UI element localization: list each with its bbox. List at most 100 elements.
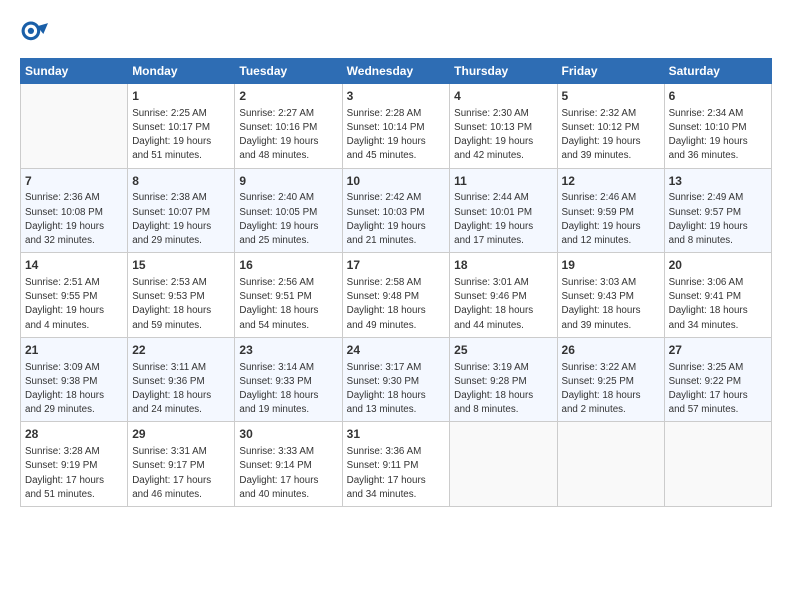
day-number: 29 (132, 426, 230, 443)
header (20, 20, 772, 48)
calendar-table: Sunday Monday Tuesday Wednesday Thursday… (20, 58, 772, 507)
logo (20, 20, 52, 48)
table-row: 22 Sunrise: 3:11 AM Sunset: 9:36 PM Dayli… (128, 337, 235, 422)
table-row: 4 Sunrise: 2:30 AM Sunset: 10:13 PM Dayli… (450, 84, 557, 169)
table-row: 24 Sunrise: 3:17 AM Sunset: 9:30 PM Dayli… (342, 337, 450, 422)
day-number: 13 (669, 173, 767, 190)
table-row: 26 Sunrise: 3:22 AM Sunset: 9:25 PM Dayli… (557, 337, 664, 422)
table-row: 1Sunrise: 2:25 AM Sunset: 10:17 PM Dayli… (128, 84, 235, 169)
day-info: Sunrise: 2:49 AM Sunset: 9:57 PM Dayligh… (669, 191, 767, 248)
day-info: Sunrise: 2:36 AM Sunset: 10:08 PM Daylig… (25, 191, 123, 248)
day-number: 14 (25, 257, 123, 274)
table-row: 31 Sunrise: 3:36 AM Sunset: 9:11 PM Dayli… (342, 422, 450, 507)
table-row: 5 Sunrise: 2:32 AM Sunset: 10:12 PM Dayli… (557, 84, 664, 169)
day-number: 20 (669, 257, 767, 274)
table-row: 18Sunrise: 3:01 AM Sunset: 9:46 PM Dayli… (450, 253, 557, 338)
calendar-week-row: 7Sunrise: 2:36 AM Sunset: 10:08 PM Dayli… (21, 168, 772, 253)
day-number: 28 (25, 426, 123, 443)
day-info: Sunrise: 3:01 AM Sunset: 9:46 PM Dayligh… (454, 276, 552, 333)
day-number: 26 (562, 342, 660, 359)
day-number: 31 (347, 426, 446, 443)
table-row (450, 422, 557, 507)
day-info: Sunrise: 2:32 AM Sunset: 10:12 PM Daylig… (562, 107, 660, 164)
table-row: 15 Sunrise: 2:53 AM Sunset: 9:53 PM Dayli… (128, 253, 235, 338)
day-number: 15 (132, 257, 230, 274)
day-number: 1 (132, 88, 230, 105)
day-info: Sunrise: 2:40 AM Sunset: 10:05 PM Daylig… (239, 191, 337, 248)
table-row: 13Sunrise: 2:49 AM Sunset: 9:57 PM Dayli… (664, 168, 771, 253)
col-monday: Monday (128, 59, 235, 84)
day-number: 17 (347, 257, 446, 274)
day-number: 24 (347, 342, 446, 359)
day-number: 27 (669, 342, 767, 359)
table-row: 23 Sunrise: 3:14 AM Sunset: 9:33 PM Dayli… (235, 337, 342, 422)
day-info: Sunrise: 2:30 AM Sunset: 10:13 PM Daylig… (454, 107, 552, 164)
col-wednesday: Wednesday (342, 59, 450, 84)
day-number: 5 (562, 88, 660, 105)
day-number: 11 (454, 173, 552, 190)
day-number: 23 (239, 342, 337, 359)
table-row: 11Sunrise: 2:44 AM Sunset: 10:01 PM Dayl… (450, 168, 557, 253)
day-number: 16 (239, 257, 337, 274)
table-row (557, 422, 664, 507)
day-info: Sunrise: 2:42 AM Sunset: 10:03 PM Daylig… (347, 191, 446, 248)
table-row: 12Sunrise: 2:46 AM Sunset: 9:59 PM Dayli… (557, 168, 664, 253)
day-info: Sunrise: 3:33 AM Sunset: 9:14 PM Dayligh… (239, 445, 337, 502)
page: Sunday Monday Tuesday Wednesday Thursday… (0, 0, 792, 612)
table-row: 10Sunrise: 2:42 AM Sunset: 10:03 PM Dayl… (342, 168, 450, 253)
col-friday: Friday (557, 59, 664, 84)
day-number: 10 (347, 173, 446, 190)
table-row: 9Sunrise: 2:40 AM Sunset: 10:05 PM Dayli… (235, 168, 342, 253)
day-info: Sunrise: 3:28 AM Sunset: 9:19 PM Dayligh… (25, 445, 123, 502)
day-number: 7 (25, 173, 123, 190)
day-info: Sunrise: 3:17 AM Sunset: 9:30 PM Dayligh… (347, 361, 446, 418)
day-number: 4 (454, 88, 552, 105)
logo-icon (20, 20, 48, 48)
table-row: 3 Sunrise: 2:28 AM Sunset: 10:14 PM Dayli… (342, 84, 450, 169)
table-row: 30 Sunrise: 3:33 AM Sunset: 9:14 PM Dayli… (235, 422, 342, 507)
day-number: 30 (239, 426, 337, 443)
calendar-week-row: 28 Sunrise: 3:28 AM Sunset: 9:19 PM Dayli… (21, 422, 772, 507)
day-info: Sunrise: 2:46 AM Sunset: 9:59 PM Dayligh… (562, 191, 660, 248)
day-number: 19 (562, 257, 660, 274)
table-row: 21 Sunrise: 3:09 AM Sunset: 9:38 PM Dayli… (21, 337, 128, 422)
table-row: 17Sunrise: 2:58 AM Sunset: 9:48 PM Dayli… (342, 253, 450, 338)
table-row: 28 Sunrise: 3:28 AM Sunset: 9:19 PM Dayli… (21, 422, 128, 507)
day-number: 9 (239, 173, 337, 190)
day-info: Sunrise: 2:28 AM Sunset: 10:14 PM Daylig… (347, 107, 446, 164)
table-row: 20 Sunrise: 3:06 AM Sunset: 9:41 PM Dayli… (664, 253, 771, 338)
day-info: Sunrise: 3:22 AM Sunset: 9:25 PM Dayligh… (562, 361, 660, 418)
day-number: 21 (25, 342, 123, 359)
day-number: 6 (669, 88, 767, 105)
day-info: Sunrise: 3:14 AM Sunset: 9:33 PM Dayligh… (239, 361, 337, 418)
table-row: 19 Sunrise: 3:03 AM Sunset: 9:43 PM Dayli… (557, 253, 664, 338)
table-row: 29Sunrise: 3:31 AM Sunset: 9:17 PM Dayli… (128, 422, 235, 507)
day-info: Sunrise: 2:38 AM Sunset: 10:07 PM Daylig… (132, 191, 230, 248)
table-row: 2Sunrise: 2:27 AM Sunset: 10:16 PM Dayli… (235, 84, 342, 169)
table-row: 7Sunrise: 2:36 AM Sunset: 10:08 PM Dayli… (21, 168, 128, 253)
col-saturday: Saturday (664, 59, 771, 84)
day-number: 8 (132, 173, 230, 190)
day-number: 12 (562, 173, 660, 190)
day-info: Sunrise: 3:09 AM Sunset: 9:38 PM Dayligh… (25, 361, 123, 418)
col-tuesday: Tuesday (235, 59, 342, 84)
calendar-week-row: 21 Sunrise: 3:09 AM Sunset: 9:38 PM Dayli… (21, 337, 772, 422)
day-info: Sunrise: 3:06 AM Sunset: 9:41 PM Dayligh… (669, 276, 767, 333)
day-info: Sunrise: 3:11 AM Sunset: 9:36 PM Dayligh… (132, 361, 230, 418)
table-row: 8Sunrise: 2:38 AM Sunset: 10:07 PM Dayli… (128, 168, 235, 253)
day-info: Sunrise: 2:53 AM Sunset: 9:53 PM Dayligh… (132, 276, 230, 333)
day-info: Sunrise: 3:36 AM Sunset: 9:11 PM Dayligh… (347, 445, 446, 502)
table-row: 27Sunrise: 3:25 AM Sunset: 9:22 PM Dayli… (664, 337, 771, 422)
calendar-header-row: Sunday Monday Tuesday Wednesday Thursday… (21, 59, 772, 84)
day-number: 2 (239, 88, 337, 105)
day-number: 3 (347, 88, 446, 105)
day-info: Sunrise: 3:03 AM Sunset: 9:43 PM Dayligh… (562, 276, 660, 333)
day-number: 22 (132, 342, 230, 359)
day-info: Sunrise: 3:19 AM Sunset: 9:28 PM Dayligh… (454, 361, 552, 418)
table-row: 6Sunrise: 2:34 AM Sunset: 10:10 PM Dayli… (664, 84, 771, 169)
col-thursday: Thursday (450, 59, 557, 84)
table-row (21, 84, 128, 169)
calendar-week-row: 1Sunrise: 2:25 AM Sunset: 10:17 PM Dayli… (21, 84, 772, 169)
day-info: Sunrise: 2:44 AM Sunset: 10:01 PM Daylig… (454, 191, 552, 248)
col-sunday: Sunday (21, 59, 128, 84)
